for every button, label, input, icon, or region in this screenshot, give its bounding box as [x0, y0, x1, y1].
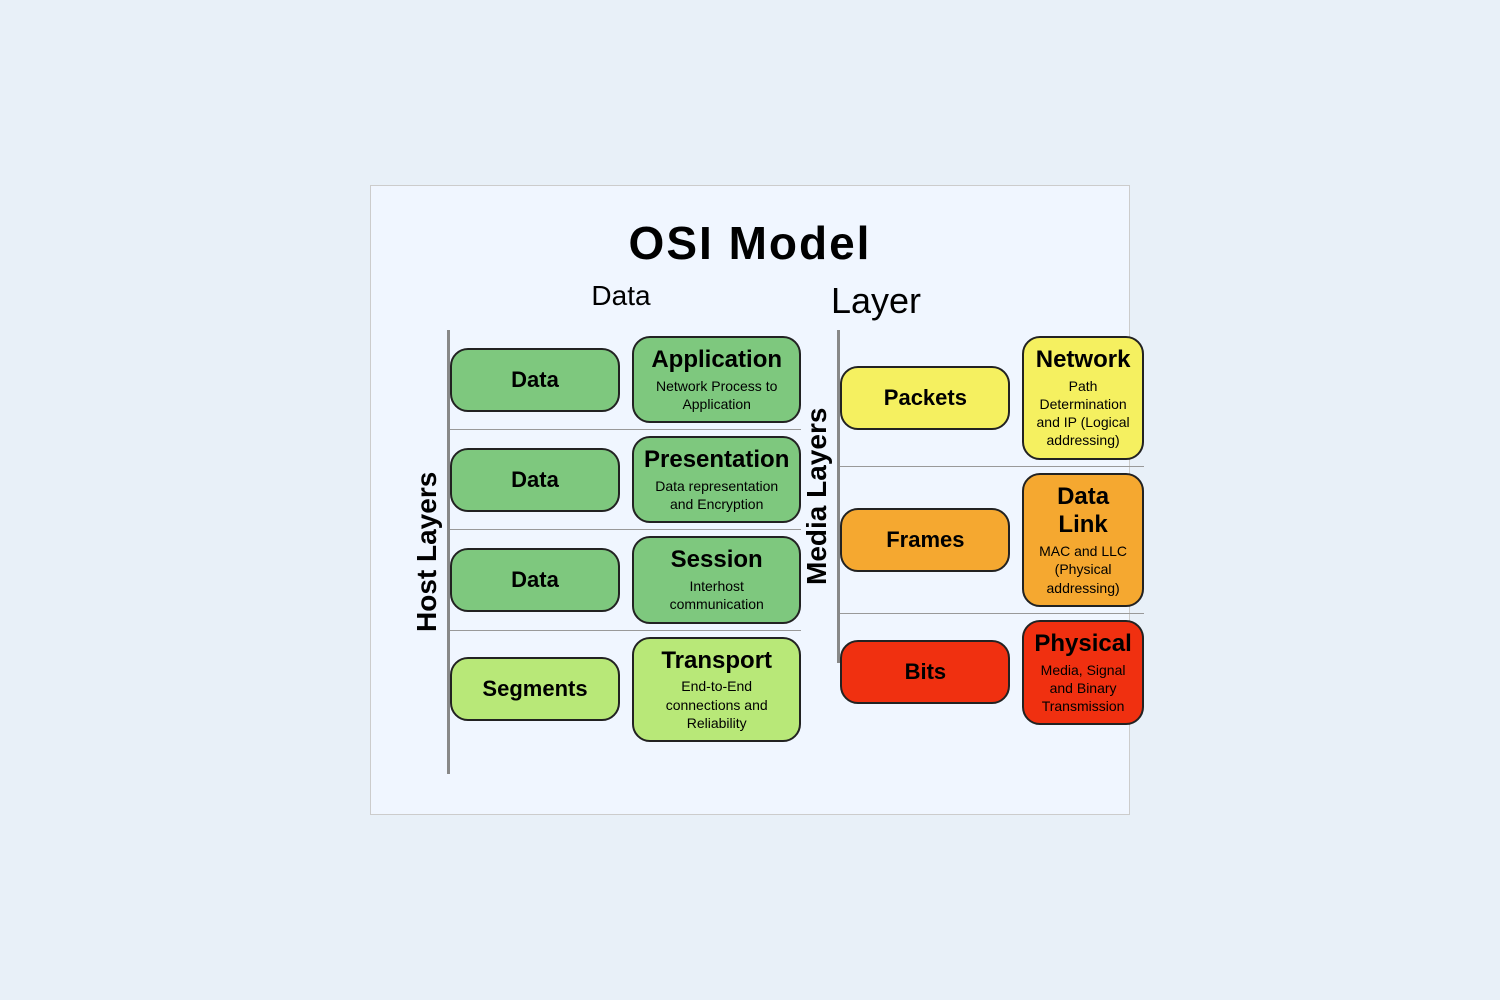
layer-desc: Media, Signal and Binary Transmission — [1034, 661, 1131, 716]
rows-col: DataApplicationNetwork Process to Applic… — [450, 330, 801, 774]
data-unit-pill: Segments — [450, 657, 620, 721]
data-unit-pill: Bits — [840, 640, 1010, 704]
osi-diagram: OSI Model Data Layer Host LayersDataAppl… — [370, 185, 1130, 815]
layer-row: FramesData LinkMAC and LLC (Physical add… — [840, 467, 1143, 614]
layer-pill: SessionInterhost communication — [632, 536, 801, 623]
column-headers: Data Layer — [521, 280, 1089, 322]
layer-pill: Data LinkMAC and LLC (Physical addressin… — [1022, 473, 1143, 607]
layer-name: Application — [651, 346, 782, 375]
group-label-col: Host Layers — [411, 330, 450, 774]
layer-pill: PhysicalMedia, Signal and Binary Transmi… — [1022, 620, 1143, 725]
layer-pill: TransportEnd-to-End connections and Reli… — [632, 637, 801, 742]
layer-name: Session — [671, 546, 763, 575]
layers-area: Host LayersDataApplicationNetwork Proces… — [411, 330, 1089, 774]
layer-column-header: Layer — [721, 280, 1031, 322]
layer-name: Physical — [1034, 630, 1131, 659]
main-title: OSI Model — [411, 216, 1089, 270]
data-unit-pill: Packets — [840, 366, 1010, 430]
layer-desc: MAC and LLC (Physical addressing) — [1034, 542, 1131, 597]
layer-pill: PresentationData representation and Encr… — [632, 436, 801, 523]
data-unit-pill: Data — [450, 448, 620, 512]
layer-row: BitsPhysicalMedia, Signal and Binary Tra… — [840, 614, 1143, 731]
layer-name: Presentation — [644, 446, 789, 475]
rows-col: PacketsNetworkPath Determination and IP … — [840, 330, 1143, 774]
layer-desc: Network Process to Application — [644, 377, 789, 413]
layer-row: SegmentsTransportEnd-to-End connections … — [450, 631, 801, 748]
layer-name: Network — [1036, 346, 1131, 375]
layer-name: Transport — [661, 647, 772, 676]
group-label-col: Media Layers — [801, 330, 840, 774]
layer-desc: Path Determination and IP (Logical addre… — [1034, 377, 1131, 450]
data-column-header: Data — [521, 280, 721, 322]
group-label: Host Layers — [411, 330, 450, 774]
data-unit-pill: Data — [450, 348, 620, 412]
layer-row: DataApplicationNetwork Process to Applic… — [450, 330, 801, 430]
data-unit-pill: Data — [450, 548, 620, 612]
layer-desc: Data representation and Encryption — [644, 477, 789, 513]
layer-row: PacketsNetworkPath Determination and IP … — [840, 330, 1143, 467]
layer-row: DataPresentationData representation and … — [450, 430, 801, 530]
layer-desc: Interhost communication — [644, 577, 789, 613]
data-unit-pill: Frames — [840, 508, 1010, 572]
layer-pill: NetworkPath Determination and IP (Logica… — [1022, 336, 1143, 460]
layer-desc: End-to-End connections and Reliability — [644, 677, 789, 732]
layer-name: Data Link — [1034, 483, 1131, 541]
group-label: Media Layers — [801, 330, 840, 663]
layer-row: DataSessionInterhost communication — [450, 530, 801, 630]
layer-pill: ApplicationNetwork Process to Applicatio… — [632, 336, 801, 423]
